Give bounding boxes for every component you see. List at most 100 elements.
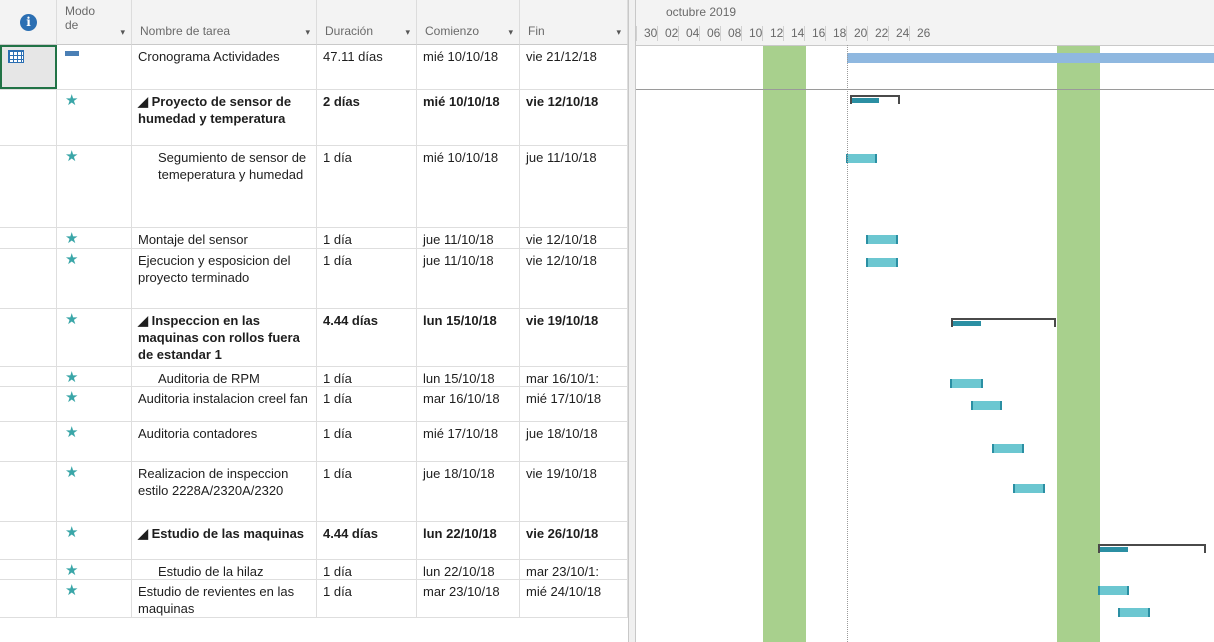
- task-mode-cell[interactable]: ★: [57, 146, 132, 227]
- finish-cell[interactable]: mié 24/10/18: [520, 580, 628, 617]
- duration-column-header[interactable]: Duración ▾: [317, 0, 417, 45]
- finish-cell[interactable]: vie 12/10/18: [520, 90, 628, 145]
- indicators-cell[interactable]: [0, 422, 57, 461]
- task-name-cell[interactable]: Auditoria de RPM: [132, 367, 317, 386]
- summary-task-bar[interactable]: [1098, 544, 1206, 553]
- task-row[interactable]: ★ Auditoria instalacion creel fan 1 día mar…: [0, 387, 628, 422]
- start-cell[interactable]: jue 11/10/18: [417, 228, 520, 248]
- task-row[interactable]: ★ Estudio de la hilaz 1 día lun 22/10/18 mar…: [0, 560, 628, 580]
- chevron-down-icon[interactable]: ▾: [120, 27, 125, 38]
- task-row[interactable]: ★ Auditoria de RPM 1 día lun 15/10/18 mar 16…: [0, 367, 628, 387]
- indicators-cell[interactable]: [0, 249, 57, 308]
- finish-cell[interactable]: vie 12/10/18: [520, 249, 628, 308]
- task-name-cell[interactable]: Auditoria contadores: [132, 422, 317, 461]
- start-cell[interactable]: mié 10/10/18: [417, 90, 520, 145]
- start-cell[interactable]: lun 15/10/18: [417, 309, 520, 366]
- task-mode-cell[interactable]: ★: [57, 228, 132, 248]
- task-mode-cell[interactable]: ★: [57, 422, 132, 461]
- view-splitter[interactable]: [628, 0, 636, 642]
- task-bar[interactable]: [866, 235, 898, 244]
- duration-cell[interactable]: 4.44 días: [317, 309, 417, 366]
- indicators-cell[interactable]: [0, 146, 57, 227]
- finish-cell[interactable]: mar 16/10/1:: [520, 367, 628, 386]
- task-mode-cell[interactable]: ★: [57, 462, 132, 521]
- indicators-cell[interactable]: [0, 228, 57, 248]
- indicators-column-header[interactable]: i: [0, 0, 57, 45]
- start-cell[interactable]: jue 18/10/18: [417, 462, 520, 521]
- duration-cell[interactable]: 1 día: [317, 387, 417, 421]
- task-mode-cell[interactable]: ★: [57, 90, 132, 145]
- duration-cell[interactable]: 4.44 días: [317, 522, 417, 559]
- indicators-cell[interactable]: [0, 45, 57, 89]
- indicators-cell[interactable]: [0, 309, 57, 366]
- finish-cell[interactable]: jue 11/10/18: [520, 146, 628, 227]
- task-bar[interactable]: [846, 154, 877, 163]
- duration-cell[interactable]: 47.11 días: [317, 45, 417, 89]
- finish-cell[interactable]: vie 19/10/18: [520, 462, 628, 521]
- duration-cell[interactable]: 1 día: [317, 228, 417, 248]
- chevron-down-icon[interactable]: ▾: [305, 27, 310, 38]
- indicators-cell[interactable]: [0, 522, 57, 559]
- finish-cell[interactable]: jue 18/10/18: [520, 422, 628, 461]
- task-mode-cell[interactable]: ★: [57, 560, 132, 579]
- task-bar[interactable]: [971, 401, 1002, 410]
- duration-cell[interactable]: 1 día: [317, 367, 417, 386]
- task-row[interactable]: Cronograma Actividades 47.11 días mié 10/1…: [0, 45, 628, 90]
- duration-cell[interactable]: 1 día: [317, 249, 417, 308]
- start-cell[interactable]: mié 10/10/18: [417, 45, 520, 89]
- task-name-cell[interactable]: Montaje del sensor: [132, 228, 317, 248]
- task-row[interactable]: ★ Auditoria contadores 1 día mié 17/10/18 ju…: [0, 422, 628, 462]
- task-name-cell[interactable]: Estudio de la hilaz: [132, 560, 317, 579]
- task-bar[interactable]: [950, 379, 983, 388]
- task-mode-cell[interactable]: ★: [57, 580, 132, 617]
- start-cell[interactable]: jue 11/10/18: [417, 249, 520, 308]
- task-mode-cell[interactable]: ★: [57, 522, 132, 559]
- task-row[interactable]: ★ ◢ Inspeccion en las maquinas con rollos…: [0, 309, 628, 367]
- finish-cell[interactable]: mar 23/10/1:: [520, 560, 628, 579]
- start-column-header[interactable]: Comienzo ▾: [417, 0, 520, 45]
- duration-cell[interactable]: 1 día: [317, 462, 417, 521]
- task-name-cell[interactable]: Ejecucion y esposicion del proyecto term…: [132, 249, 317, 308]
- task-bar[interactable]: [1013, 484, 1045, 493]
- indicators-cell[interactable]: [0, 367, 57, 386]
- finish-cell[interactable]: vie 19/10/18: [520, 309, 628, 366]
- task-bar[interactable]: [1098, 586, 1129, 595]
- start-cell[interactable]: mié 17/10/18: [417, 422, 520, 461]
- duration-cell[interactable]: 1 día: [317, 560, 417, 579]
- duration-cell[interactable]: 1 día: [317, 422, 417, 461]
- finish-column-header[interactable]: Fin ▾: [520, 0, 628, 45]
- task-row[interactable]: ★ Ejecucion y esposicion del proyecto ter…: [0, 249, 628, 309]
- indicators-cell[interactable]: [0, 387, 57, 421]
- finish-cell[interactable]: vie 21/12/18: [520, 45, 628, 89]
- task-name-cell[interactable]: ◢ Proyecto de sensor de humedad y temper…: [132, 90, 317, 145]
- indicators-cell[interactable]: [0, 580, 57, 617]
- indicators-cell[interactable]: [0, 462, 57, 521]
- task-bar[interactable]: [992, 444, 1024, 453]
- duration-cell[interactable]: 2 días: [317, 90, 417, 145]
- start-cell[interactable]: lun 22/10/18: [417, 522, 520, 559]
- task-row[interactable]: ★ Realizacion de inspeccion estilo 2228A/…: [0, 462, 628, 522]
- task-row[interactable]: ★ Estudio de revientes en las maquinas 1 d…: [0, 580, 628, 618]
- task-name-cell[interactable]: Segumiento de sensor de temeperatura y h…: [132, 146, 317, 227]
- summary-task-bar[interactable]: [951, 318, 1056, 327]
- task-row[interactable]: ★ ◢ Estudio de las maquinas 4.44 días lun 2…: [0, 522, 628, 560]
- task-mode-cell[interactable]: ★: [57, 309, 132, 366]
- task-mode-cell[interactable]: ★: [57, 367, 132, 386]
- chevron-down-icon[interactable]: ▾: [616, 27, 621, 38]
- task-name-cell[interactable]: Auditoria instalacion creel fan: [132, 387, 317, 421]
- task-row[interactable]: ★ ◢ Proyecto de sensor de humedad y tempe…: [0, 90, 628, 146]
- task-bar[interactable]: [1118, 608, 1150, 617]
- start-cell[interactable]: lun 15/10/18: [417, 367, 520, 386]
- task-bar[interactable]: [866, 258, 898, 267]
- task-name-cell[interactable]: Realizacion de inspeccion estilo 2228A/2…: [132, 462, 317, 521]
- indicators-cell[interactable]: [0, 560, 57, 579]
- start-cell[interactable]: mar 16/10/18: [417, 387, 520, 421]
- task-mode-cell[interactable]: [57, 45, 132, 89]
- task-name-cell[interactable]: ◢ Inspeccion en las maquinas con rollos …: [132, 309, 317, 366]
- chevron-down-icon[interactable]: ▾: [405, 27, 410, 38]
- finish-cell[interactable]: mié 17/10/18: [520, 387, 628, 421]
- finish-cell[interactable]: vie 26/10/18: [520, 522, 628, 559]
- indicators-cell[interactable]: [0, 90, 57, 145]
- task-name-cell[interactable]: ◢ Estudio de las maquinas: [132, 522, 317, 559]
- task-row[interactable]: ★ Segumiento de sensor de temeperatura y …: [0, 146, 628, 228]
